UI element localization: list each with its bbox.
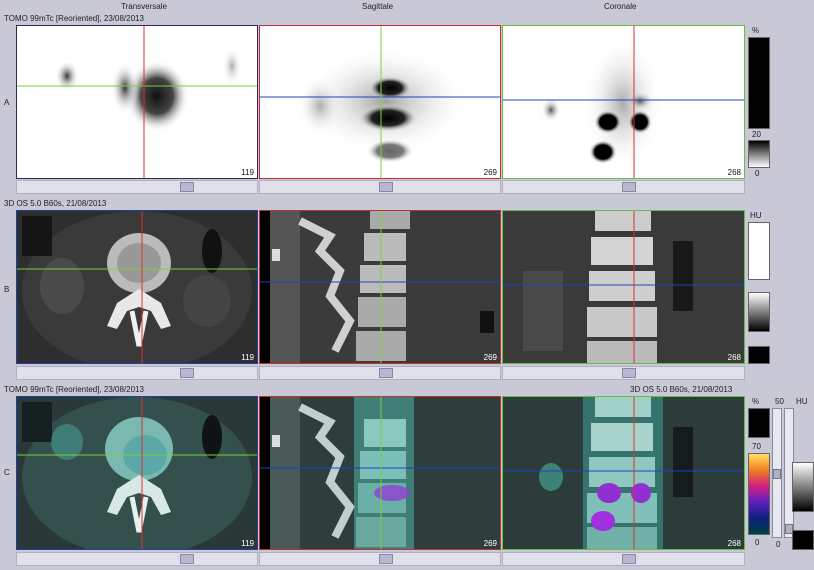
- row-b-scale-unit: HU: [750, 211, 762, 220]
- slice-number: 268: [727, 539, 741, 548]
- row-a-scale-unit: %: [752, 26, 760, 35]
- row-c-colorbar-black[interactable]: [748, 408, 770, 438]
- slice-number: 119: [241, 353, 254, 362]
- row-c-header-right: 3D OS 5.0 B60s, 21/08/2013: [630, 385, 733, 394]
- row-b-coronale-scrollbar[interactable]: [502, 366, 745, 380]
- row-a-coronale-view[interactable]: 268: [502, 25, 745, 179]
- row-c-header-left: TOMO 99mTc [Reoriented], 23/08/2013: [4, 385, 144, 394]
- row-c-threshold-slider[interactable]: [772, 408, 782, 538]
- slice-number: 269: [483, 168, 497, 177]
- scroll-thumb[interactable]: [180, 182, 194, 192]
- row-b-coronale-view[interactable]: 268: [502, 210, 745, 364]
- slider-thumb[interactable]: [773, 469, 781, 479]
- row-c-sagittale-scrollbar[interactable]: [259, 552, 501, 566]
- row-b-transversale-scrollbar[interactable]: [16, 366, 258, 380]
- row-c-scale-value: 70: [752, 442, 761, 451]
- row-a-transversale-scrollbar[interactable]: [16, 180, 258, 194]
- row-b-colorbar[interactable]: [748, 222, 770, 280]
- slice-number: 119: [241, 539, 254, 548]
- row-c-coronale-view[interactable]: 268: [502, 396, 745, 550]
- view-title-transversale: Transversale: [121, 2, 167, 11]
- row-b-gradient: [748, 292, 770, 332]
- scroll-thumb[interactable]: [379, 554, 393, 564]
- scroll-thumb[interactable]: [180, 368, 194, 378]
- row-a-sagittale-scrollbar[interactable]: [259, 180, 501, 194]
- row-a-gradient: [748, 140, 770, 168]
- row-c-colormap: [748, 453, 770, 535]
- row-a-label: A: [4, 98, 10, 107]
- row-b-sagittale-view[interactable]: 269: [259, 210, 501, 364]
- slice-number: 268: [727, 168, 741, 177]
- scroll-thumb[interactable]: [379, 182, 393, 192]
- row-c-hu-black-block: [792, 530, 814, 550]
- row-c-scale-unit-pct: %: [752, 397, 760, 406]
- row-c-transversale-scrollbar[interactable]: [16, 552, 258, 566]
- row-a-scale-value: 20: [752, 130, 761, 139]
- row-c-transversale-view[interactable]: 119: [16, 396, 258, 550]
- row-a-header: TOMO 99mTc [Reoriented], 23/08/2013: [4, 14, 144, 23]
- row-c-scale-top: 50: [775, 397, 784, 406]
- row-a-sagittale-view[interactable]: 269: [259, 25, 501, 179]
- row-a-colorbar[interactable]: [748, 37, 770, 129]
- row-c-hu-gradient: [792, 462, 814, 512]
- row-a-coronale-scrollbar[interactable]: [502, 180, 745, 194]
- scroll-thumb[interactable]: [622, 368, 636, 378]
- scroll-thumb[interactable]: [379, 368, 393, 378]
- slice-number: 119: [241, 168, 254, 177]
- slice-number: 268: [727, 353, 741, 362]
- slice-number: 269: [483, 539, 497, 548]
- row-c-scale-unit-hu: HU: [796, 397, 808, 406]
- row-c-scale-bottom: 0: [776, 540, 781, 549]
- row-c-scale-min: 0: [755, 538, 760, 547]
- row-b-sagittale-scrollbar[interactable]: [259, 366, 501, 380]
- row-c-coronale-scrollbar[interactable]: [502, 552, 745, 566]
- row-c-label: C: [4, 468, 10, 477]
- scroll-thumb[interactable]: [180, 554, 194, 564]
- row-b-transversale-view[interactable]: 119: [16, 210, 258, 364]
- scroll-thumb[interactable]: [622, 554, 636, 564]
- row-a-scale-min: 0: [755, 169, 760, 178]
- row-a-transversale-view[interactable]: 119: [16, 25, 258, 179]
- row-b-black-block: [748, 346, 770, 364]
- slice-number: 269: [483, 353, 497, 362]
- row-c-sagittale-view[interactable]: 269: [259, 396, 501, 550]
- scroll-thumb[interactable]: [622, 182, 636, 192]
- view-title-coronale: Coronale: [604, 2, 637, 11]
- row-b-header: 3D OS 5.0 B60s, 21/08/2013: [4, 199, 107, 208]
- row-b-label: B: [4, 285, 10, 294]
- view-title-sagittale: Sagittale: [362, 2, 394, 11]
